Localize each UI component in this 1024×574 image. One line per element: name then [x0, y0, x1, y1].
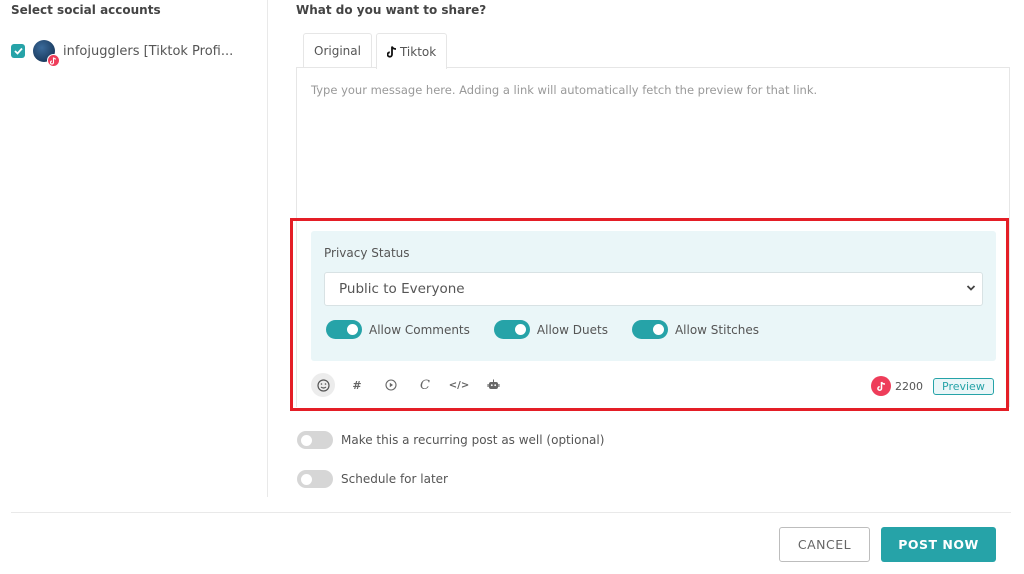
schedule-option: Schedule for later: [297, 470, 448, 488]
tab-original[interactable]: Original: [303, 33, 372, 68]
footer-divider: [11, 512, 1011, 513]
check-icon: [13, 47, 23, 55]
cancel-button[interactable]: CANCEL: [779, 527, 870, 562]
recurring-label: Make this a recurring post as well (opti…: [341, 433, 605, 447]
recurring-toggle[interactable]: [297, 431, 333, 449]
tiktok-icon: [47, 54, 60, 67]
tiktok-icon: [386, 45, 397, 58]
account-item[interactable]: infojugglers [Tiktok Profi...: [11, 40, 234, 67]
composer-title: What do you want to share?: [296, 3, 487, 17]
avatar: [33, 40, 60, 67]
tab-tiktok[interactable]: Tiktok: [375, 33, 448, 69]
account-selector-panel: Select social accounts infojugglers [Tik…: [0, 0, 268, 497]
post-now-button[interactable]: POST NOW: [881, 527, 996, 562]
schedule-toggle[interactable]: [297, 470, 333, 488]
schedule-label: Schedule for later: [341, 472, 448, 486]
account-name: infojugglers [Tiktok Profi...: [63, 43, 234, 59]
tab-label: Original: [314, 44, 361, 58]
tab-label: Tiktok: [399, 44, 437, 59]
message-input[interactable]: Type your message here. Adding a link wi…: [311, 83, 817, 97]
recurring-option: Make this a recurring post as well (opti…: [297, 431, 604, 449]
account-selector-title: Select social accounts: [11, 3, 161, 17]
account-checkbox[interactable]: [11, 44, 25, 58]
composer-tabs: Original Tiktok: [303, 33, 448, 69]
highlight-box: [290, 218, 1009, 411]
